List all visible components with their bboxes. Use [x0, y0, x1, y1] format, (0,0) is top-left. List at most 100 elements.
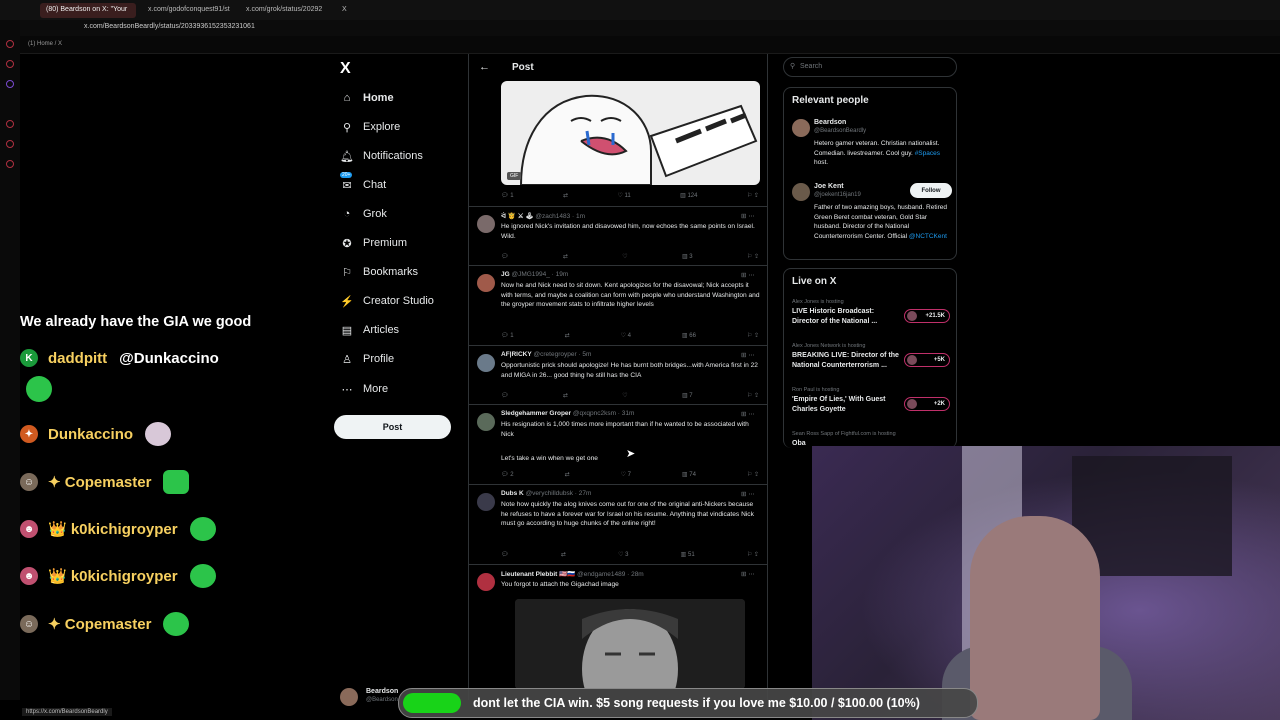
share-icon[interactable]: ⚐ ⇪: [747, 253, 759, 263]
rail-app-icon[interactable]: [6, 120, 14, 128]
search-input[interactable]: ⚲ Search: [783, 57, 957, 77]
address-bar[interactable]: x.com/BeardsonBeardly/status/20339361523…: [0, 20, 1280, 36]
rail-app-icon[interactable]: [6, 40, 14, 48]
repost-icon[interactable]: ⇄: [563, 253, 568, 263]
live-listener-count[interactable]: +21.5K: [904, 309, 950, 323]
views-icon[interactable]: ▥ 124: [680, 192, 697, 202]
more-icon[interactable]: ⊞ ⋯: [741, 410, 755, 418]
live-listener-count[interactable]: +2K: [904, 397, 950, 411]
nav-grok[interactable]: ◔ Grok: [340, 203, 387, 225]
nav-premium[interactable]: ✪ Premium: [340, 232, 407, 254]
tweet-author[interactable]: JG: [501, 271, 510, 278]
follow-button[interactable]: Follow: [910, 183, 952, 198]
twitch-icon[interactable]: [6, 80, 14, 88]
back-arrow-icon[interactable]: ←: [479, 61, 490, 73]
nav-creator-studio[interactable]: ⚡ Creator Studio: [340, 290, 434, 312]
views-icon[interactable]: ▥ 66: [682, 332, 696, 342]
browser-tab[interactable]: X: [336, 3, 396, 18]
tweet-author[interactable]: AF|RICKY: [501, 351, 532, 358]
post-button[interactable]: Post: [334, 415, 451, 439]
nav-notifications[interactable]: 🔔︎ Notifications: [340, 145, 423, 167]
more-icon[interactable]: ⊞ ⋯: [741, 212, 755, 220]
avatar[interactable]: [477, 354, 495, 372]
repost-icon[interactable]: ⇄: [563, 392, 568, 402]
share-icon[interactable]: ⚐ ⇪: [747, 332, 759, 342]
nav-bookmarks[interactable]: ⚐ Bookmarks: [340, 261, 418, 283]
share-icon[interactable]: ⚐ ⇪: [747, 192, 759, 202]
avatar[interactable]: [477, 493, 495, 511]
gif-media[interactable]: GIF: [501, 81, 760, 185]
tweet-image[interactable]: [515, 599, 745, 689]
tweet[interactable]: ᐛ 🤴 ⚔ 🕹 @zach1483 · 1m ⊞ ⋯ He ignored Nic…: [469, 206, 767, 265]
live-item[interactable]: Ron Paul is hosting 'Empire Of Lies,' Wi…: [792, 387, 952, 415]
reply-icon[interactable]: 💬︎: [501, 253, 509, 263]
avatar[interactable]: [477, 573, 495, 591]
browser-tab[interactable]: (80) Beardson on X: "Your: [40, 3, 136, 18]
account-switcher[interactable]: Beardson @Beardson: [340, 686, 400, 708]
tweet-author[interactable]: ᐛ 🤴 ⚔ 🕹: [501, 213, 534, 220]
avatar[interactable]: [792, 119, 810, 137]
tweet[interactable]: Sledgehammer Groper @qxqpnc2ksm · 31m ⊞ ⋯…: [469, 404, 767, 484]
reply-icon[interactable]: 💬︎: [501, 392, 509, 402]
person-name[interactable]: Joe Kent: [814, 183, 844, 190]
views-icon[interactable]: ▥ 51: [681, 551, 695, 561]
avatar[interactable]: [477, 413, 495, 431]
live-listener-count[interactable]: +5K: [904, 353, 950, 367]
rail-app-icon[interactable]: [6, 60, 14, 68]
more-icon[interactable]: ⊞ ⋯: [741, 351, 755, 359]
avatar[interactable]: [477, 274, 495, 292]
reply-icon[interactable]: 💬︎: [501, 551, 509, 561]
avatar[interactable]: [477, 215, 495, 233]
repost-icon[interactable]: ⇄: [565, 332, 570, 342]
person-name[interactable]: Beardson: [814, 119, 846, 126]
repost-icon[interactable]: ⇄: [561, 551, 566, 561]
nav-home[interactable]: ⌂ Home: [340, 87, 394, 109]
views-icon[interactable]: ▥ 3: [682, 253, 693, 263]
reply-icon[interactable]: 💬︎ 2: [501, 471, 514, 481]
repost-icon[interactable]: ⇄: [565, 471, 570, 481]
browser-tab[interactable]: x.com/grok/status/20292: [240, 3, 332, 18]
bio-link[interactable]: @NCTCKent: [909, 233, 947, 240]
nav-more[interactable]: ⋯ More: [340, 378, 389, 400]
more-icon[interactable]: ⊞ ⋯: [741, 271, 755, 279]
live-item[interactable]: Alex Jones Network is hosting BREAKING L…: [792, 343, 952, 371]
rail-app-icon[interactable]: [6, 140, 14, 148]
person-item[interactable]: Beardson @BeardsonBeardly Hetero gamer v…: [792, 119, 952, 169]
nav-articles[interactable]: ▤ Articles: [340, 319, 399, 341]
share-icon[interactable]: ⚐ ⇪: [747, 551, 759, 561]
like-icon[interactable]: ♡: [622, 253, 627, 263]
more-icon[interactable]: ⊞ ⋯: [741, 490, 755, 498]
like-icon[interactable]: ♡ 3: [618, 551, 628, 561]
tweet[interactable]: JG @JMG1994_ · 19m ⊞ ⋯ Now he and Nick ne…: [469, 265, 767, 345]
like-icon[interactable]: ♡ 11: [617, 192, 630, 202]
timeline[interactable]: ← Post GIF 💬︎ 1 ⇄ ♡ 11 ▥ 124 ⚐ ⇪ ᐛ 🤴 ⚔ 🕹…: [468, 54, 768, 700]
reply-icon[interactable]: 💬︎ 1: [501, 332, 514, 342]
url-text[interactable]: x.com/BeardsonBeardly/status/20339361523…: [84, 23, 255, 30]
nav-explore[interactable]: ⚲ Explore: [340, 116, 400, 138]
person-item[interactable]: Joe Kent @joekent16jan19 Follow Father o…: [792, 183, 952, 253]
reply-icon[interactable]: 💬︎ 1: [501, 192, 514, 202]
avatar[interactable]: [792, 183, 810, 201]
bookmark-item[interactable]: (1) Home / X: [28, 41, 62, 47]
tweet[interactable]: Dubs K @verychilldubsk · 27m ⊞ ⋯ Note how…: [469, 484, 767, 564]
tweet-author[interactable]: Lieutenant Plebbit 🇺🇸🇷🇺: [501, 571, 575, 578]
repost-icon[interactable]: ⇄: [563, 192, 568, 202]
tweet[interactable]: AF|RICKY @cretegroyper · 5m ⊞ ⋯ Opportuni…: [469, 345, 767, 404]
like-icon[interactable]: ♡: [622, 392, 627, 402]
nav-profile[interactable]: ♙ Profile: [340, 348, 394, 370]
rail-app-icon[interactable]: [6, 160, 14, 168]
tweet[interactable]: Lieutenant Plebbit 🇺🇸🇷🇺 @endgame1489 · 2…: [469, 564, 767, 700]
views-icon[interactable]: ▥ 7: [682, 392, 693, 402]
tweet-author[interactable]: Sledgehammer Groper: [501, 410, 571, 417]
more-icon[interactable]: ⊞ ⋯: [741, 570, 755, 578]
like-icon[interactable]: ♡ 4: [621, 332, 631, 342]
live-item[interactable]: Alex Jones is hosting LIVE Historic Broa…: [792, 299, 952, 327]
tweet-author[interactable]: Dubs K: [501, 490, 524, 497]
share-icon[interactable]: ⚐ ⇪: [747, 471, 759, 481]
views-icon[interactable]: ▥ 74: [682, 471, 696, 481]
x-logo[interactable]: X: [340, 60, 351, 78]
browser-tab[interactable]: x.com/godofconquest91/st: [142, 3, 238, 18]
like-icon[interactable]: ♡ 7: [621, 471, 631, 481]
bio-link[interactable]: #Spaces: [915, 150, 940, 157]
share-icon[interactable]: ⚐ ⇪: [747, 392, 759, 402]
